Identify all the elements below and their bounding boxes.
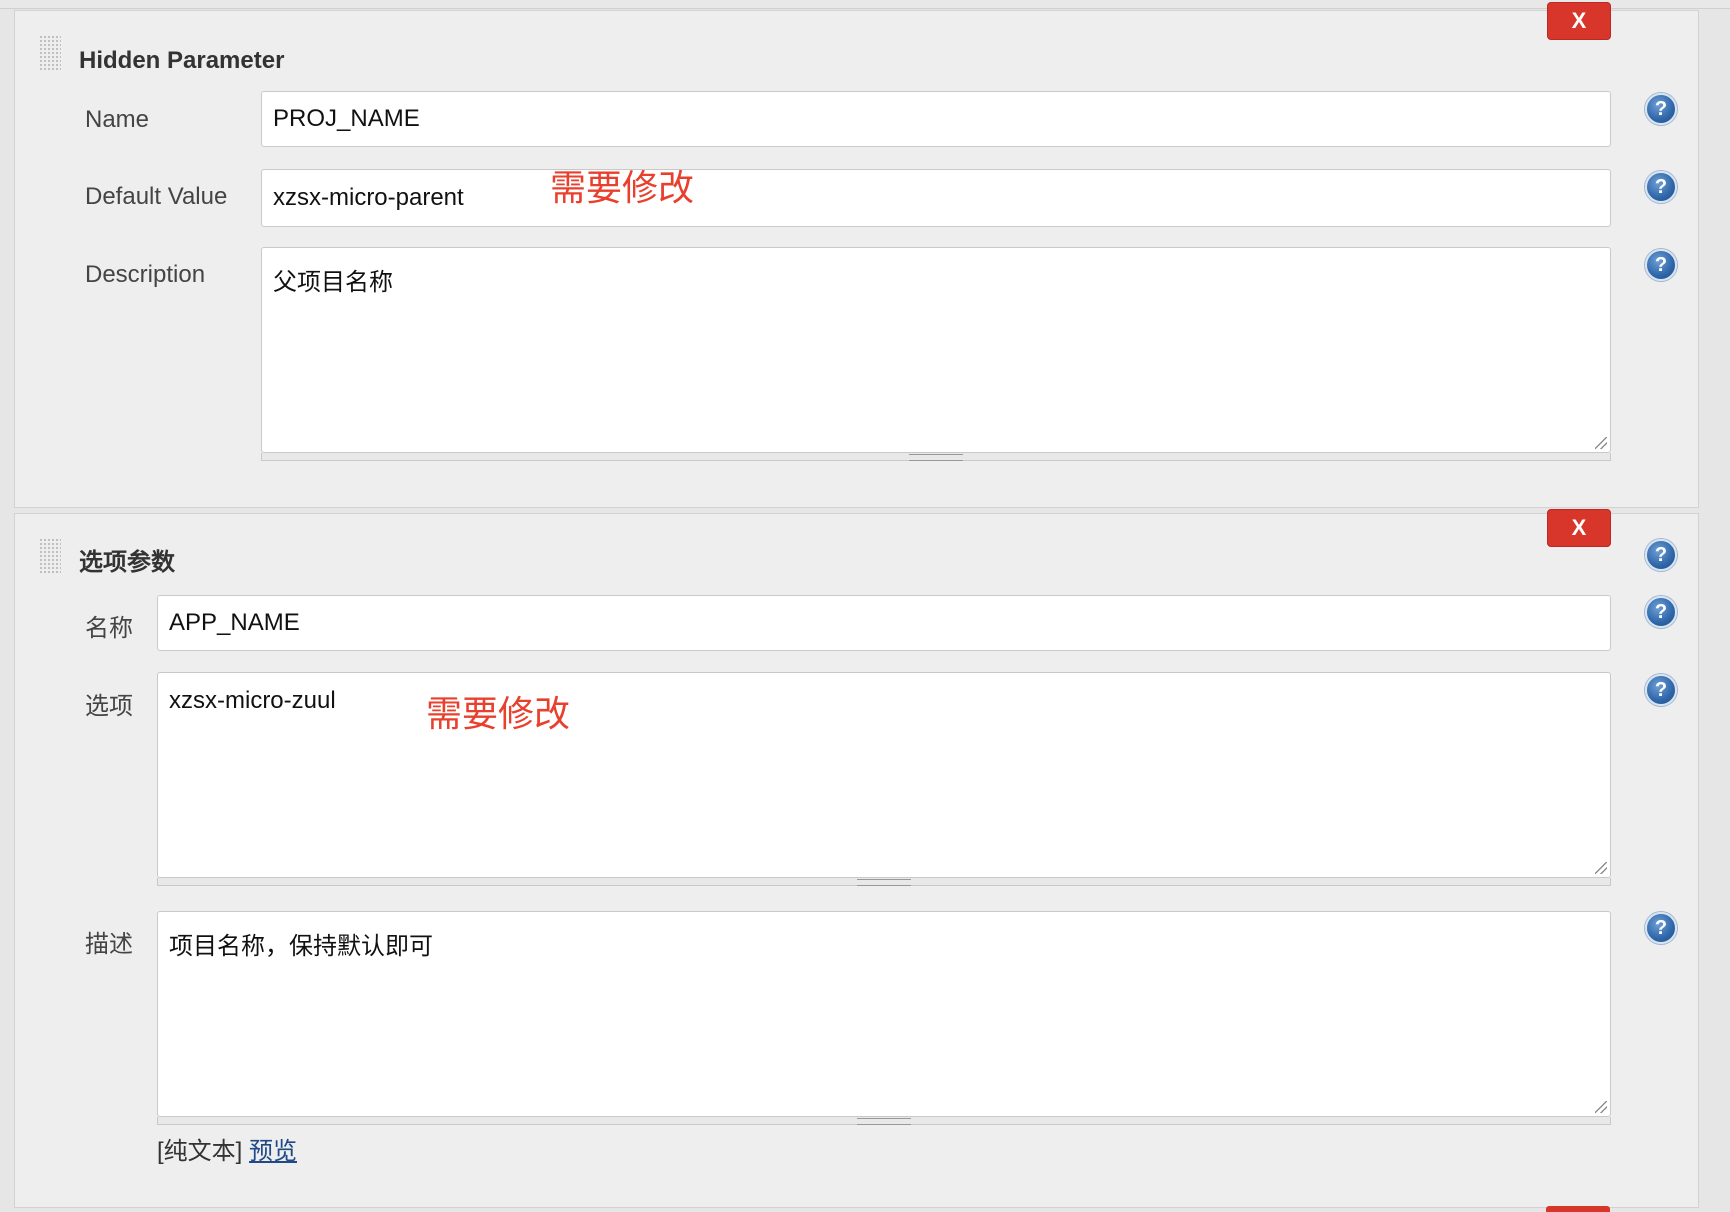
name-input[interactable]: PROJ_NAME: [261, 91, 1611, 147]
help-icon[interactable]: ?: [1645, 171, 1677, 203]
choices-text: xzsx-micro-zuul: [169, 687, 336, 714]
description-text: 父项目名称: [273, 269, 393, 296]
name-label: 名称: [85, 615, 133, 642]
resize-corner-icon[interactable]: [1595, 1101, 1607, 1113]
help-icon[interactable]: ?: [1645, 249, 1677, 281]
delete-parameter-button[interactable]: X: [1547, 509, 1611, 547]
default-value-input[interactable]: xzsx-micro-parent: [261, 169, 1611, 227]
section-title: Hidden Parameter: [79, 47, 285, 74]
description-format-bar: [纯文本] 预览: [157, 1131, 297, 1166]
next-delete-button-edge[interactable]: [1546, 1206, 1610, 1212]
name-input[interactable]: APP_NAME: [157, 595, 1611, 651]
description-label: 描述: [85, 931, 133, 958]
help-icon[interactable]: ?: [1645, 912, 1677, 944]
name-label: Name: [85, 106, 150, 133]
help-icon[interactable]: ?: [1645, 539, 1677, 571]
choices-label: 选项: [85, 693, 133, 720]
preview-link[interactable]: 预览: [249, 1138, 297, 1165]
choice-parameter-section: 选项参数 X ? 名称 APP_NAME ? 选项 xzsx-micro-zuu…: [14, 509, 1699, 1208]
drag-handle-icon[interactable]: [39, 35, 61, 71]
help-icon[interactable]: ?: [1645, 674, 1677, 706]
description-label: Description: [85, 261, 206, 288]
textarea-resize-bar[interactable]: [157, 878, 1611, 886]
resize-grip-icon: [909, 454, 963, 461]
delete-parameter-button[interactable]: X: [1547, 2, 1611, 40]
annotation-note: 需要修改: [426, 694, 571, 735]
help-icon[interactable]: ?: [1645, 596, 1677, 628]
help-icon[interactable]: ?: [1645, 93, 1677, 125]
resize-grip-icon: [857, 879, 911, 886]
default-value-label: Default Value: [85, 183, 228, 210]
textarea-resize-bar[interactable]: [261, 453, 1611, 461]
hidden-parameter-section: Hidden Parameter X Name PROJ_NAME ? Defa…: [14, 2, 1699, 508]
textarea-resize-bar[interactable]: [157, 1117, 1611, 1125]
description-textarea[interactable]: 父项目名称: [261, 247, 1611, 453]
plain-text-label: [纯文本]: [157, 1138, 243, 1165]
annotation-note: 需要修改: [550, 168, 695, 209]
previous-section-edge: [0, 0, 1730, 9]
description-text: 项目名称，保持默认即可: [169, 933, 433, 960]
section-title: 选项参数: [79, 549, 175, 576]
drag-handle-icon[interactable]: [39, 538, 61, 574]
resize-corner-icon[interactable]: [1595, 862, 1607, 874]
choices-textarea[interactable]: xzsx-micro-zuul: [157, 672, 1611, 878]
resize-corner-icon[interactable]: [1595, 437, 1607, 449]
description-textarea[interactable]: 项目名称，保持默认即可: [157, 911, 1611, 1117]
resize-grip-icon: [857, 1118, 911, 1125]
